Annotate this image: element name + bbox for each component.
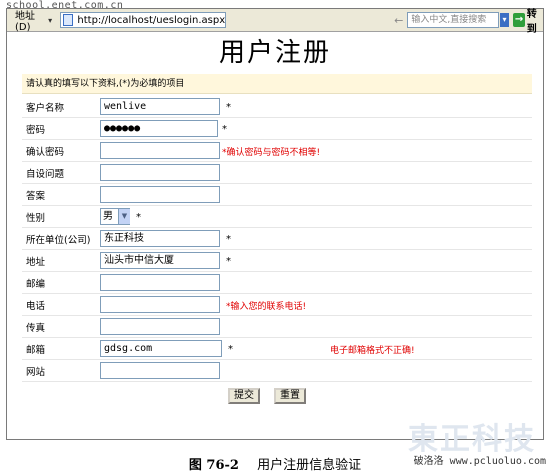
- username-input[interactable]: wenlive: [100, 98, 220, 115]
- form-hint: 请认真的填写以下资料,(*)为必填的项目: [22, 74, 532, 94]
- form-row-username: 客户名称 wenlive *: [22, 96, 532, 118]
- form-row-address: 地址 汕头市中信大厦 *: [22, 250, 532, 272]
- caption-number: 图 76-2: [188, 458, 239, 473]
- form-row-phone: 电话 *输入您的联系电话!: [22, 294, 532, 316]
- required-mark: *: [226, 256, 231, 267]
- address-input[interactable]: 汕头市中信大厦: [100, 252, 220, 269]
- chevron-down-icon[interactable]: ▾: [48, 16, 56, 25]
- form-row-gender: 性别 男 ▼ *: [22, 206, 532, 228]
- error-message: 电子邮箱格式不正确!: [330, 346, 415, 356]
- field-label: 邮箱: [26, 345, 46, 356]
- page-title: 用户注册: [218, 38, 331, 68]
- address-bar: 地址(D) ▾ http://localhost/ueslogin.aspx ←…: [7, 9, 543, 35]
- watermark-site-cn: 破洛洛: [413, 456, 444, 467]
- form-row-company: 所在单位(公司) 东正科技 *: [22, 228, 532, 250]
- address-label: 地址(D): [15, 11, 35, 33]
- field-label: 所在单位(公司): [26, 235, 91, 246]
- watermark-site-url: www.pcluoluo.com: [449, 456, 546, 467]
- form-row-fax: 传真: [22, 316, 532, 338]
- go-arrow-icon: →: [513, 13, 525, 27]
- required-mark: *: [226, 234, 231, 245]
- form-row-email: 邮箱 gdsg.com * 电子邮箱格式不正确!: [22, 338, 532, 360]
- caption-text: 用户注册信息验证: [257, 458, 362, 473]
- form-row-zip: 邮编: [22, 272, 532, 294]
- search-input[interactable]: 输入中文,直接搜索: [407, 12, 499, 28]
- back-arrow-icon[interactable]: ←: [394, 14, 403, 27]
- watermark-site: 破洛洛 www.pcluoluo.com: [414, 452, 546, 467]
- required-mark: *: [226, 102, 231, 113]
- submit-button[interactable]: 提交: [228, 388, 260, 404]
- required-mark: *: [228, 344, 233, 355]
- field-label: 地址: [26, 257, 46, 268]
- go-label: 转到: [526, 9, 537, 35]
- search-dropdown-icon[interactable]: ▾: [499, 13, 510, 27]
- error-message: *输入您的联系电话!: [226, 302, 307, 312]
- field-label: 传真: [26, 323, 46, 334]
- reset-button[interactable]: 重置: [274, 388, 306, 404]
- field-label: 性别: [26, 213, 46, 224]
- field-label: 网站: [26, 367, 46, 378]
- field-label: 自设问题: [26, 169, 65, 180]
- form-row-confirm-password: 确认密码 *确认密码与密码不相等!: [22, 140, 532, 162]
- company-input[interactable]: 东正科技: [100, 230, 220, 247]
- field-label: 邮编: [26, 279, 46, 290]
- field-label: 确认密码: [26, 147, 65, 158]
- form-row-answer: 答案: [22, 184, 532, 206]
- chevron-down-icon[interactable]: ▼: [118, 209, 130, 224]
- form-row-website: 网站: [22, 360, 532, 382]
- confirm-password-input[interactable]: [100, 142, 220, 159]
- phone-input[interactable]: [100, 296, 220, 313]
- go-button[interactable]: → 转到: [513, 5, 543, 35]
- email-input[interactable]: gdsg.com: [100, 340, 222, 357]
- field-label: 答案: [26, 191, 46, 202]
- required-mark: *: [222, 124, 227, 135]
- answer-input[interactable]: [100, 186, 220, 203]
- form-row-password: 密码 ●●●●●● *: [22, 118, 532, 140]
- error-message: *确认密码与密码不相等!: [222, 148, 321, 158]
- fax-input[interactable]: [100, 318, 220, 335]
- website-input[interactable]: [100, 362, 220, 379]
- zip-input[interactable]: [100, 274, 220, 291]
- url-text: http://localhost/ueslogin.aspx: [77, 14, 226, 26]
- form-row-question: 自设问题: [22, 162, 532, 184]
- password-input[interactable]: ●●●●●●: [100, 120, 218, 137]
- field-label: 密码: [26, 125, 46, 136]
- required-mark: *: [136, 212, 141, 223]
- question-input[interactable]: [100, 164, 220, 181]
- field-label: 客户名称: [26, 103, 65, 114]
- url-input[interactable]: http://localhost/ueslogin.aspx: [60, 12, 227, 28]
- field-label: 电话: [26, 301, 46, 312]
- page-icon: [63, 14, 74, 26]
